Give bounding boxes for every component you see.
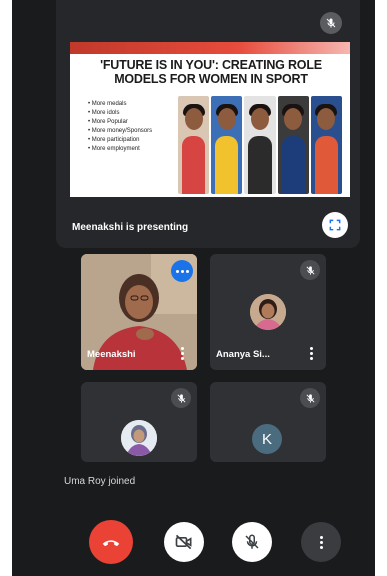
participant-name: Meenakshi xyxy=(87,349,136,360)
slide-title-line2: MODELS FOR WOMEN IN SPORT xyxy=(114,72,308,86)
mic-toggle-button[interactable] xyxy=(232,522,272,562)
slide-bullet: More idols xyxy=(88,109,180,118)
mic-off-icon xyxy=(306,393,314,403)
participant-tile-k[interactable]: K xyxy=(210,382,326,462)
slide-bullet: More employment xyxy=(88,145,180,154)
mic-off-icon xyxy=(326,18,336,28)
mic-off-icon xyxy=(306,265,314,275)
athlete-photo xyxy=(310,96,343,194)
camera-off-icon xyxy=(175,534,192,550)
slide-bullet: More Popular xyxy=(88,118,180,127)
phone-hangup-icon xyxy=(102,540,120,547)
participant-mute-indicator xyxy=(171,388,191,408)
avatar xyxy=(250,294,286,330)
presentation-card[interactable]: 'FUTURE IS IN YOU': CREATING ROLE MODELS… xyxy=(56,0,360,248)
participant-tile[interactable] xyxy=(81,382,197,462)
participant-tile-ananya[interactable]: Ananya Si... xyxy=(210,254,326,370)
athlete-photo xyxy=(277,96,309,194)
fullscreen-icon xyxy=(329,219,341,231)
participant-tile-meenakshi[interactable]: Meenakshi xyxy=(81,254,197,370)
athlete-photo xyxy=(244,96,276,194)
mic-off-icon xyxy=(245,534,259,549)
more-vert-icon xyxy=(319,535,323,549)
slide-header-band xyxy=(70,42,350,54)
presentation-mute-indicator xyxy=(320,12,342,34)
presentation-slide: 'FUTURE IS IN YOU': CREATING ROLE MODELS… xyxy=(70,42,350,197)
camera-toggle-button[interactable] xyxy=(164,522,204,562)
presenter-label: Meenakshi is presenting xyxy=(72,222,189,233)
end-call-button[interactable] xyxy=(89,520,133,564)
slide-bullet: More money/Sponsors xyxy=(88,127,180,136)
slide-bullet-list: More medals More idols More Popular More… xyxy=(88,100,180,154)
participant-options-button[interactable] xyxy=(181,347,185,360)
participant-options-button[interactable] xyxy=(310,347,314,360)
slide-title: 'FUTURE IS IN YOU': CREATING ROLE MODELS… xyxy=(80,58,342,86)
speaking-indicator xyxy=(171,260,193,282)
participant-name: Ananya Si... xyxy=(216,349,270,360)
fullscreen-button[interactable] xyxy=(322,212,348,238)
more-options-button[interactable] xyxy=(301,522,341,562)
slide-bullet: More medals xyxy=(88,100,180,109)
slide-title-line1: 'FUTURE IS IN YOU': CREATING ROLE xyxy=(100,58,322,72)
join-notification: Uma Roy joined xyxy=(64,476,136,487)
avatar-initial: K xyxy=(252,424,282,454)
athlete-photo-strip xyxy=(178,96,343,194)
slide-bullet: More participation xyxy=(88,136,180,145)
meet-screen: 'FUTURE IS IN YOU': CREATING ROLE MODELS… xyxy=(12,0,375,576)
avatar xyxy=(121,420,157,456)
athlete-photo xyxy=(211,96,243,194)
participant-mute-indicator xyxy=(300,388,320,408)
mic-off-icon xyxy=(177,393,185,403)
athlete-photo xyxy=(178,96,210,194)
participant-mute-indicator xyxy=(300,260,320,280)
